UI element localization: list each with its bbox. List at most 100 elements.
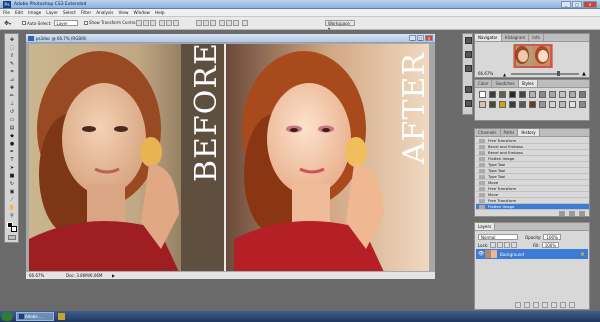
style-swatch[interactable] xyxy=(539,91,546,98)
navigator-zoom-slider[interactable] xyxy=(511,73,579,75)
layer-style-icon[interactable] xyxy=(524,302,530,308)
distribute-left-button[interactable] xyxy=(219,20,225,26)
path-select-tool-icon[interactable]: ➤ xyxy=(7,165,17,171)
style-swatch[interactable] xyxy=(489,91,496,98)
distribute-hcenter-button[interactable] xyxy=(226,20,232,26)
menu-file[interactable]: File xyxy=(3,10,10,15)
menu-window[interactable]: Window xyxy=(133,10,150,15)
menu-help[interactable]: Help xyxy=(155,10,165,15)
blur-tool-icon[interactable]: ◆ xyxy=(7,133,17,139)
doc-minimize-button[interactable]: _ xyxy=(409,35,416,41)
align-right-button[interactable] xyxy=(173,20,179,26)
doc-close-button[interactable]: ✕ xyxy=(425,35,433,41)
style-swatch[interactable] xyxy=(529,91,536,98)
layer-comps-panel-icon[interactable] xyxy=(465,100,472,107)
link-layers-icon[interactable] xyxy=(515,302,521,308)
hand-tool-icon[interactable]: ✋ xyxy=(7,205,17,211)
start-button[interactable] xyxy=(1,312,13,321)
zoom-tool-icon[interactable]: ⚲ xyxy=(7,213,17,219)
style-swatch[interactable] xyxy=(499,101,506,108)
close-button[interactable]: ✕ xyxy=(583,1,597,8)
document-info[interactable]: Doc: 3.86M/6.06M xyxy=(66,273,102,278)
menu-view[interactable]: View xyxy=(119,10,129,15)
minimize-button[interactable]: _ xyxy=(561,1,571,8)
eraser-tool-icon[interactable]: ▭ xyxy=(7,117,17,123)
blend-mode-dropdown[interactable]: Normal xyxy=(478,234,518,240)
tab-navigator[interactable]: Navigator xyxy=(475,34,502,41)
style-swatch[interactable] xyxy=(479,101,486,108)
distribute-bottom-button[interactable] xyxy=(210,20,216,26)
style-swatch[interactable] xyxy=(489,101,496,108)
style-swatch[interactable] xyxy=(549,91,556,98)
tab-history[interactable]: History xyxy=(518,129,540,136)
new-layer-icon[interactable] xyxy=(560,302,566,308)
menu-analysis[interactable]: Analysis xyxy=(96,10,113,15)
eyedropper-tool-icon[interactable]: ⟋ xyxy=(7,197,17,203)
workspace-button[interactable]: Workspace ▾ xyxy=(325,20,355,31)
navigator-zoom[interactable]: 66.67% xyxy=(478,71,493,76)
style-swatch[interactable] xyxy=(519,91,526,98)
tab-channels[interactable]: Channels xyxy=(475,129,501,136)
style-swatch[interactable] xyxy=(539,101,546,108)
shape-tool-icon[interactable]: ■ xyxy=(7,173,17,179)
zoom-out-icon[interactable]: ▲ xyxy=(503,72,506,77)
auto-select-checkbox[interactable] xyxy=(22,21,26,25)
auto-align-button[interactable] xyxy=(242,20,248,26)
workspace-control[interactable]: Workspace ▾ xyxy=(325,20,355,31)
taskbar-photoshop-button[interactable]: Adobe ... xyxy=(16,312,54,321)
pen-tool-icon[interactable]: ✒ xyxy=(7,149,17,155)
style-swatch[interactable] xyxy=(559,91,566,98)
show-transform-checkbox[interactable] xyxy=(84,20,88,25)
history-snapshot-icon[interactable] xyxy=(559,211,565,216)
folder-taskbar-icon[interactable] xyxy=(58,313,65,320)
distribute-right-button[interactable] xyxy=(233,20,239,26)
menu-edit[interactable]: Edit xyxy=(15,10,23,15)
style-swatch[interactable] xyxy=(569,91,576,98)
quick-mask-button[interactable] xyxy=(8,235,16,240)
lock-transparent-icon[interactable] xyxy=(490,242,497,248)
zoom-slider-handle[interactable] xyxy=(557,71,560,76)
layer-name[interactable]: Background xyxy=(500,252,524,257)
3d-rotate-tool-icon[interactable]: ↻ xyxy=(7,181,17,187)
history-trash-icon[interactable] xyxy=(579,211,585,216)
background-color-swatch[interactable] xyxy=(11,226,17,232)
style-swatch[interactable] xyxy=(509,101,516,108)
quick-select-tool-icon[interactable]: ✎ xyxy=(7,61,17,67)
lock-all-icon[interactable] xyxy=(511,242,518,248)
style-swatch[interactable] xyxy=(499,91,506,98)
doc-maximize-button[interactable]: □ xyxy=(417,35,424,41)
auto-select-dropdown[interactable]: Layer xyxy=(53,20,78,26)
tab-histogram[interactable]: Histogram xyxy=(502,34,530,41)
align-hcenter-button[interactable] xyxy=(166,20,172,26)
history-new-doc-icon[interactable] xyxy=(569,211,575,216)
history-brush-icon[interactable]: ↺ xyxy=(7,109,17,115)
document-canvas[interactable]: BEFORE AFTER xyxy=(29,44,429,272)
brush-tool-icon[interactable]: ✏ xyxy=(7,93,17,99)
layer-row[interactable]: 👁 Background 🔒 xyxy=(476,249,588,259)
tab-info[interactable]: Info xyxy=(529,34,544,41)
eye-icon[interactable]: 👁 xyxy=(478,251,484,257)
move-tool-icon[interactable]: ✥ xyxy=(7,37,17,43)
style-swatch[interactable] xyxy=(529,101,536,108)
delete-layer-icon[interactable] xyxy=(569,302,575,308)
menu-select[interactable]: Select xyxy=(63,10,76,15)
lasso-tool-icon[interactable]: ℓ xyxy=(7,53,17,59)
adjustment-layer-icon[interactable] xyxy=(542,302,548,308)
clone-source-panel-icon[interactable] xyxy=(465,65,472,72)
distribute-top-button[interactable] xyxy=(196,20,202,26)
lock-position-icon[interactable] xyxy=(504,242,511,248)
menu-layer[interactable]: Layer xyxy=(46,10,58,15)
menu-filter[interactable]: Filter xyxy=(81,10,91,15)
fill-input[interactable]: 100% xyxy=(541,242,560,248)
status-menu-arrow-icon[interactable]: ▶ xyxy=(112,273,115,278)
style-swatch[interactable] xyxy=(559,101,566,108)
style-swatch[interactable] xyxy=(519,101,526,108)
marquee-tool-icon[interactable]: ⬚ xyxy=(7,45,17,51)
move-tool-preset[interactable]: ✥ ▾ xyxy=(4,20,11,27)
style-swatch[interactable] xyxy=(579,91,586,98)
navigator-thumbnail[interactable] xyxy=(513,44,553,68)
align-bottom-button[interactable] xyxy=(150,20,156,26)
opacity-input[interactable]: 100% xyxy=(543,234,561,240)
menu-image[interactable]: Image xyxy=(28,10,41,15)
new-group-icon[interactable] xyxy=(551,302,557,308)
